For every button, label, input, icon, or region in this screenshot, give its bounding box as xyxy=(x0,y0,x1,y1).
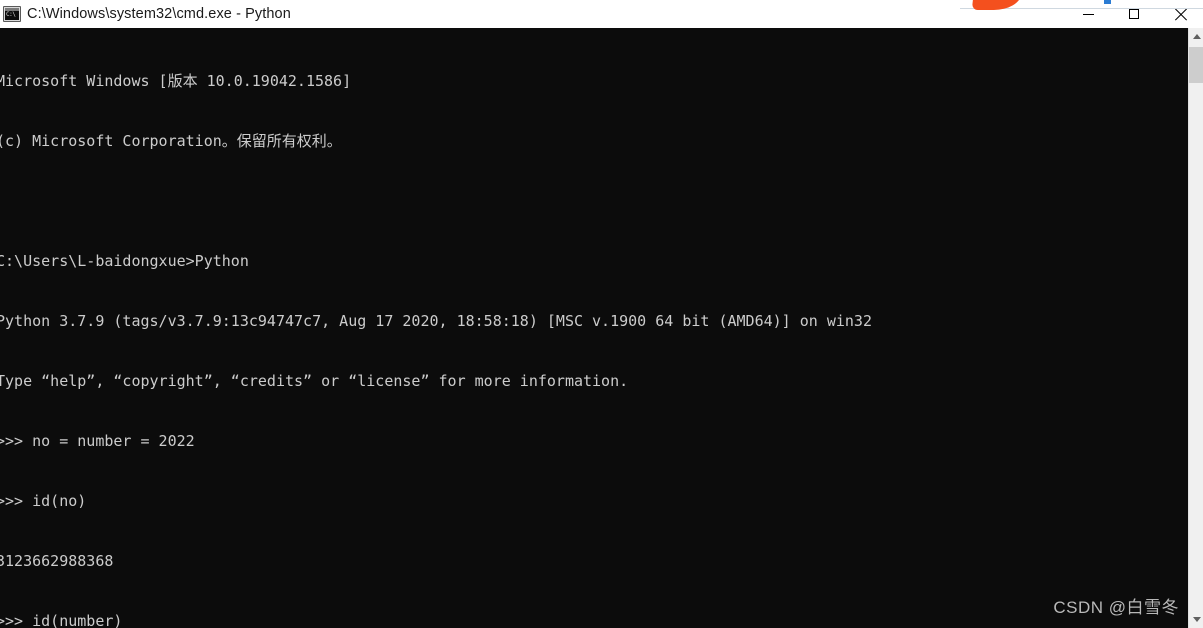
console-line: (c) Microsoft Corporation。保留所有权利。 xyxy=(0,132,342,150)
console-line-prompt-command: C:\Users\L-baidongxue>Python xyxy=(0,252,249,270)
console-line-repl-input: >>> id(number) xyxy=(0,612,123,628)
console-line: Microsoft Windows [版本 10.0.19042.1586] xyxy=(0,72,352,90)
close-icon xyxy=(1174,8,1187,21)
console-line-repl-input: >>> no = number = 2022 xyxy=(0,432,195,450)
close-button[interactable] xyxy=(1157,0,1203,28)
console-line-repl-input: >>> id(no) xyxy=(0,492,87,510)
console-line: Type “help”, “copyright”, “credits” or “… xyxy=(0,372,629,390)
window-title: C:\Windows\system32\cmd.exe - Python xyxy=(27,6,291,22)
background-window-blue-mark xyxy=(1104,0,1111,4)
window-controls xyxy=(1065,0,1203,28)
scroll-up-arrow-icon[interactable] xyxy=(1189,28,1203,45)
cmd-console-icon xyxy=(3,6,21,22)
console-output-area[interactable]: Microsoft Windows [版本 10.0.19042.1586] (… xyxy=(0,28,1188,628)
maximize-icon xyxy=(1129,9,1139,19)
maximize-button[interactable] xyxy=(1111,0,1157,28)
title-bar[interactable]: C:\Windows\system32\cmd.exe - Python xyxy=(0,0,1203,28)
minimize-button[interactable] xyxy=(1065,0,1111,28)
scroll-down-arrow-icon[interactable] xyxy=(1189,611,1203,628)
console-line-repl-output: 3123662988368 xyxy=(0,552,114,570)
console-text-block: Microsoft Windows [版本 10.0.19042.1586] (… xyxy=(0,31,872,628)
console-line: Python 3.7.9 (tags/v3.7.9:13c94747c7, Au… xyxy=(0,312,872,330)
scrollbar-thumb[interactable] xyxy=(1189,47,1203,83)
watermark: CSDN @白雪冬 xyxy=(1053,598,1179,617)
minimize-icon xyxy=(1082,13,1094,15)
vertical-scrollbar[interactable] xyxy=(1188,28,1203,628)
cmd-window: C:\Windows\system32\cmd.exe - Python Mic… xyxy=(0,0,1203,628)
